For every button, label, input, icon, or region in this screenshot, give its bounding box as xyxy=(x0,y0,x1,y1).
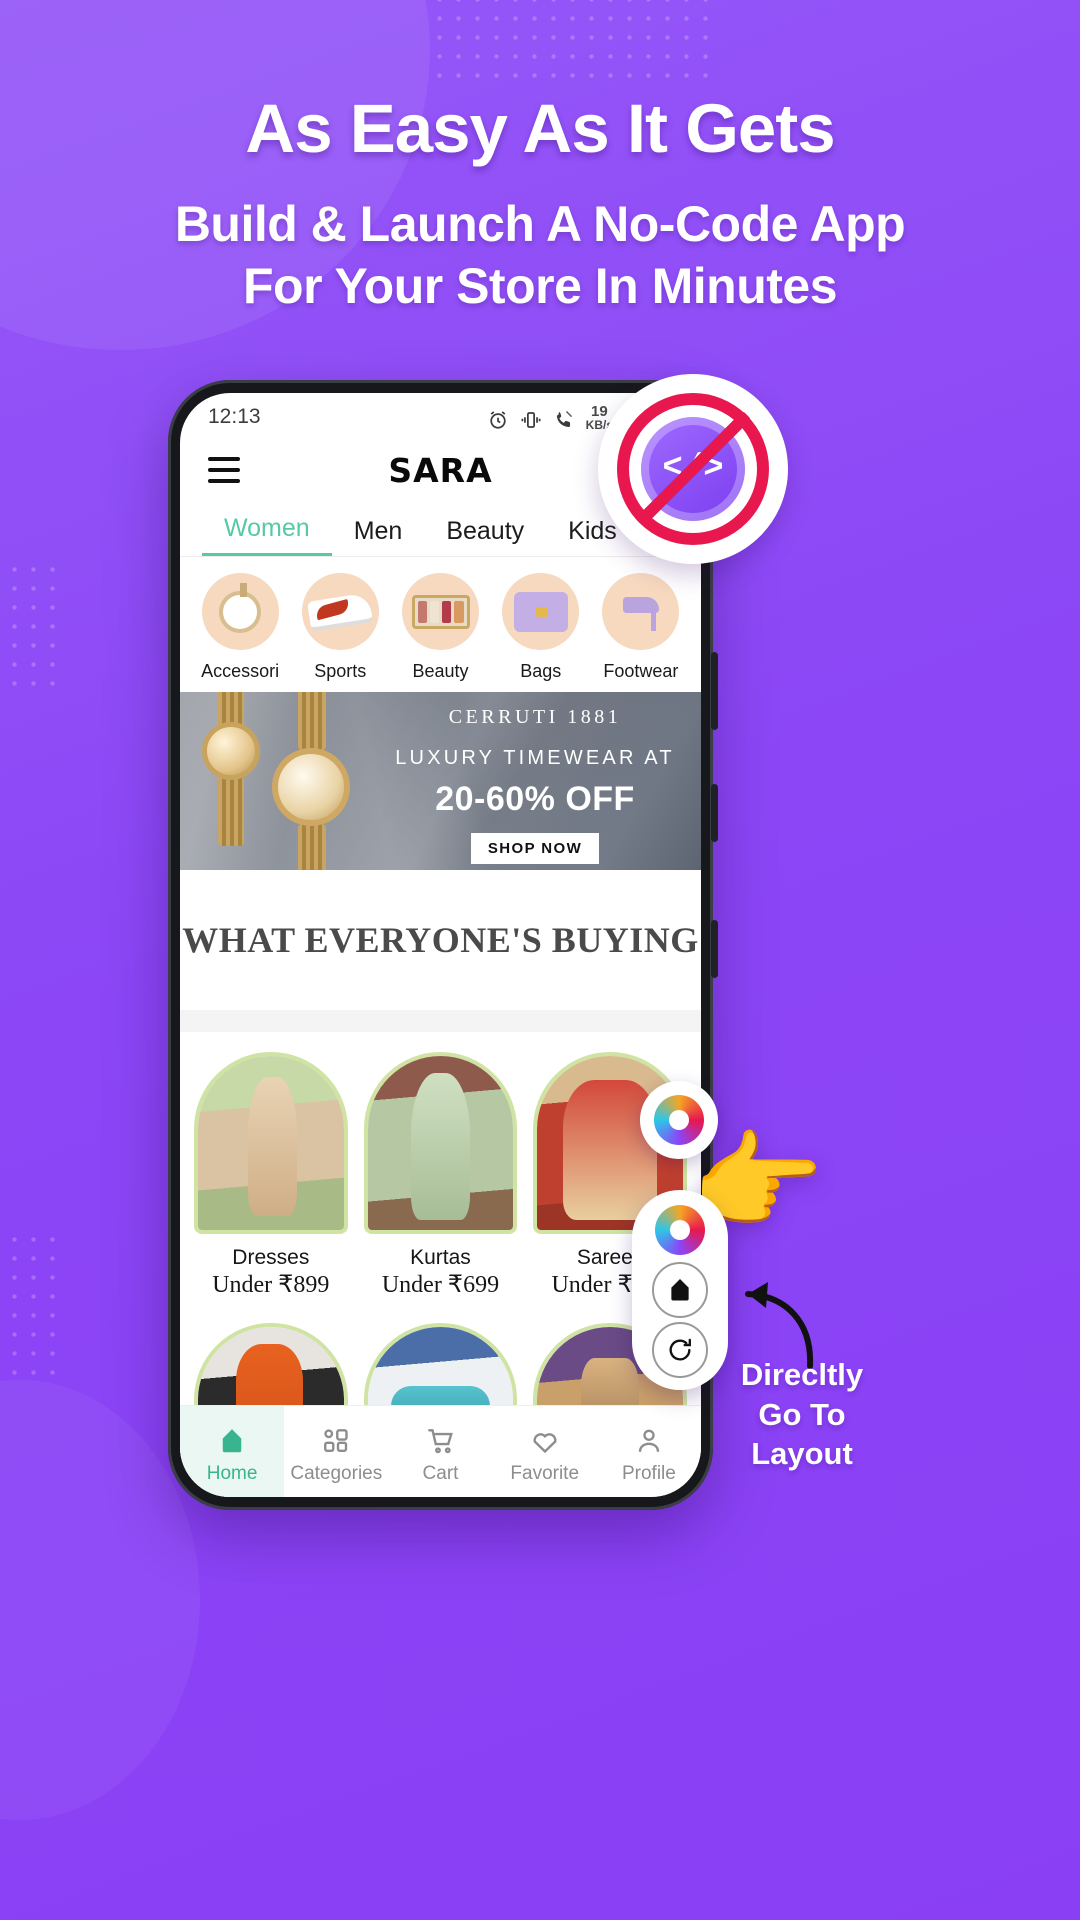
category-item-bags[interactable]: Bags xyxy=(491,573,591,682)
nav-item-favorite[interactable]: Favorite xyxy=(493,1418,597,1485)
watch-strap xyxy=(298,692,326,750)
callout-line-3: Layout xyxy=(751,1436,853,1472)
banner-text-block: CERRUTI 1881 LUXURY TIMEWEAR AT 20-60% O… xyxy=(387,706,683,870)
nav-label: Home xyxy=(206,1463,258,1484)
product-price: Under ₹699 xyxy=(381,1272,500,1298)
tab-women[interactable]: Women xyxy=(202,514,332,556)
makeup-palette-icon xyxy=(402,573,479,650)
nav-item-profile[interactable]: Profile xyxy=(597,1418,701,1485)
category-item-beauty[interactable]: Beauty xyxy=(390,573,490,682)
bottom-navigation-bar: Home Categories Cart Favorite Profile xyxy=(180,1405,701,1497)
no-code-badge: </> xyxy=(598,374,788,564)
banner-tagline: LUXURY TIMEWEAR AT xyxy=(395,747,675,769)
missed-call-icon xyxy=(553,409,575,431)
product-card[interactable]: Dresses Under ₹899 xyxy=(186,1042,356,1313)
nav-label: Profile xyxy=(621,1463,676,1484)
wristwatch-icon xyxy=(201,573,279,650)
tab-beauty[interactable]: Beauty xyxy=(424,517,546,556)
tab-men[interactable]: Men xyxy=(332,517,425,556)
phone-power-button xyxy=(711,920,718,978)
category-strip: Accessori Sports Beauty Bags Footwear xyxy=(180,557,701,692)
section-header: WHAT EVERYONE'S BUYING xyxy=(180,870,701,1010)
product-name: Dresses xyxy=(232,1246,310,1269)
color-wheel-icon xyxy=(654,1095,704,1145)
category-label: Footwear xyxy=(603,661,679,681)
dot-pattern-left-lower xyxy=(0,1230,56,1380)
banner-watch-image xyxy=(272,748,350,826)
banner-brand: CERRUTI 1881 xyxy=(448,706,622,728)
nav-label: Favorite xyxy=(510,1463,580,1484)
category-label: Beauty xyxy=(412,661,469,681)
category-label: Sports xyxy=(314,661,367,681)
product-name: Kurtas xyxy=(410,1246,471,1269)
callout-line-1: Direcltly xyxy=(740,1357,864,1392)
phone-screen: 12:13 19 KB/s SARA Women Men Beauty Kids… xyxy=(180,393,701,1497)
floating-action-button[interactable] xyxy=(640,1081,718,1159)
product-price: Under ₹899 xyxy=(212,1272,330,1298)
promo-subheading: Build & Launch A No-Code App For Your St… xyxy=(0,193,1080,318)
status-bar-clock: 12:13 xyxy=(208,405,261,428)
promo-banner[interactable]: CERRUTI 1881 LUXURY TIMEWEAR AT 20-60% O… xyxy=(180,692,701,870)
category-label: Bags xyxy=(520,661,562,681)
phone-volume-up-button xyxy=(711,652,718,730)
network-speed-value: 19 xyxy=(590,402,608,420)
person-icon xyxy=(597,1424,701,1458)
callout-text: Direcltly Go To Layout xyxy=(712,1355,892,1474)
product-image xyxy=(194,1052,348,1234)
category-item-footwear[interactable]: Footwear xyxy=(591,573,691,682)
watch-strap xyxy=(298,824,326,870)
home-icon xyxy=(217,1424,247,1458)
product-image xyxy=(363,1052,518,1234)
nav-label: Categories xyxy=(290,1463,383,1484)
nav-item-categories[interactable]: Categories xyxy=(284,1418,388,1485)
vibrate-icon xyxy=(520,409,542,431)
banner-watch-image xyxy=(202,722,260,780)
handbag-icon xyxy=(502,573,580,650)
watch-strap xyxy=(218,776,244,846)
banner-discount: 20-60% OFF xyxy=(435,780,635,818)
category-label: Accessori xyxy=(201,661,280,681)
color-wheel-icon[interactable] xyxy=(652,1202,708,1258)
promo-subheading-line2: For Your Store In Minutes xyxy=(242,258,838,315)
promo-subheading-line1: Build & Launch A No-Code App xyxy=(174,195,906,252)
category-item-sports[interactable]: Sports xyxy=(290,573,390,682)
page-title: As Easy As It Gets xyxy=(245,90,835,167)
dot-pattern-top xyxy=(430,0,710,85)
phone-volume-down-button xyxy=(711,784,718,842)
cart-icon xyxy=(388,1424,492,1458)
product-card[interactable]: Kurtas Under ₹699 xyxy=(356,1042,526,1313)
high-heel-icon xyxy=(602,573,680,650)
sneaker-icon xyxy=(301,573,379,650)
nav-item-home[interactable]: Home xyxy=(180,1406,285,1497)
shop-now-button[interactable]: SHOP NOW xyxy=(470,833,600,864)
nav-label: Cart xyxy=(422,1463,459,1484)
section-title: WHAT EVERYONE'S BUYING xyxy=(182,920,699,960)
grid-icon xyxy=(284,1424,388,1458)
alarm-icon xyxy=(487,409,509,431)
callout-line-2: Go To xyxy=(758,1396,846,1432)
promo-headings: As Easy As It Gets Build & Launch A No-C… xyxy=(0,90,1080,318)
category-item-accessories[interactable]: Accessori xyxy=(190,573,290,682)
heart-icon xyxy=(493,1424,597,1458)
dot-pattern-left xyxy=(0,560,56,690)
section-divider xyxy=(180,1010,701,1032)
nav-item-cart[interactable]: Cart xyxy=(388,1418,492,1485)
